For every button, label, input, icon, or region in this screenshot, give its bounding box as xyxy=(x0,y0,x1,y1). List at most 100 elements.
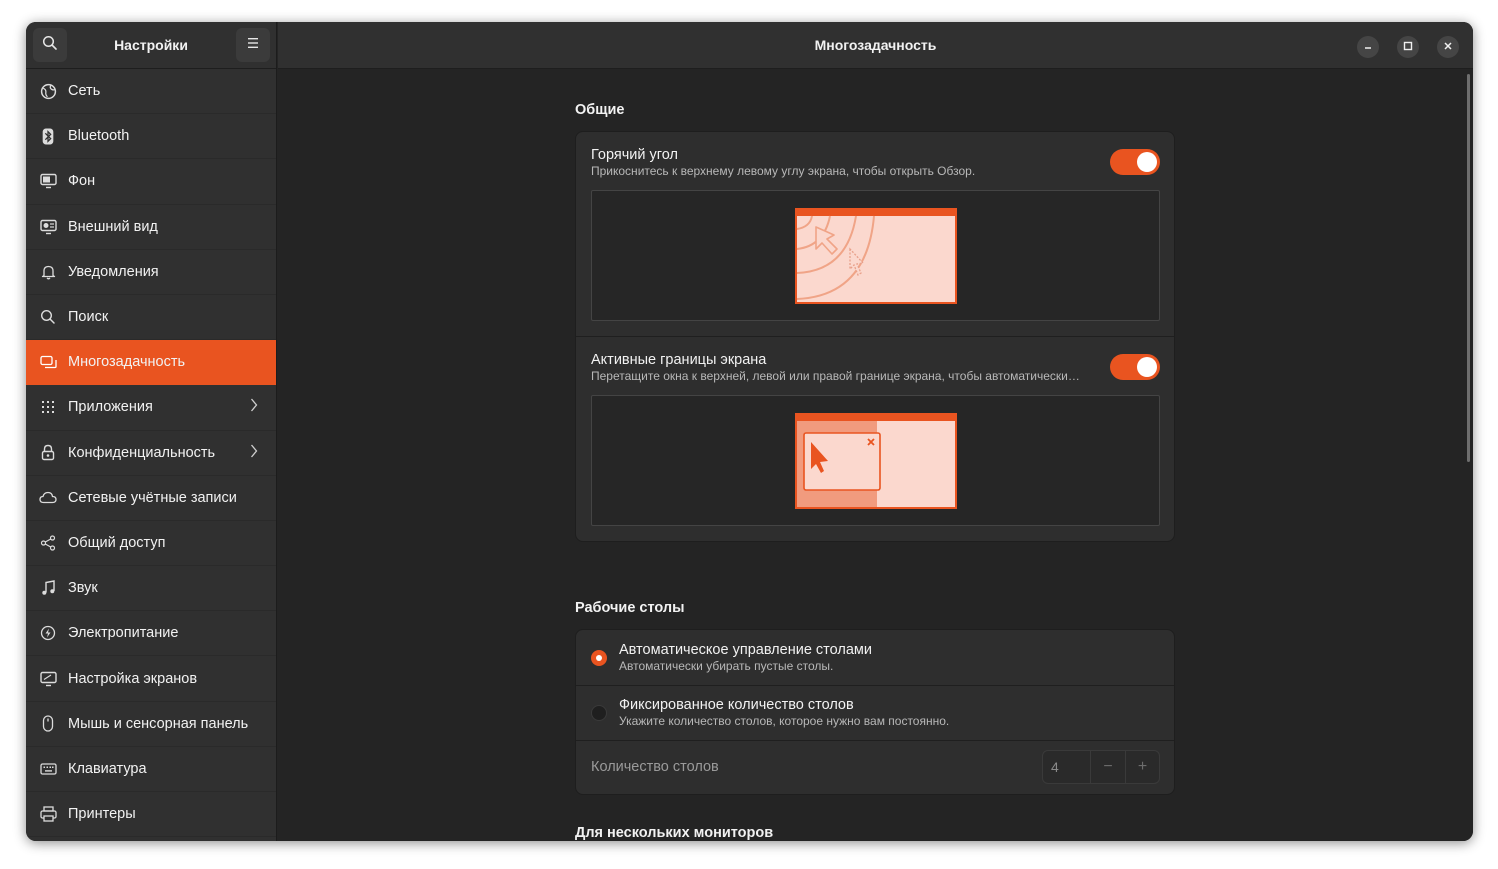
section-title-general: Общие xyxy=(575,102,625,118)
hamburger-menu-icon xyxy=(246,36,260,54)
fixed-workspaces-subtitle: Укажите количество столов, которое нужно… xyxy=(619,714,950,728)
sidebar-nav: Сеть Bluetooth Фон Внешний вид Уведомлен… xyxy=(26,69,276,838)
sidebar-item-background[interactable]: Фон xyxy=(26,159,276,205)
sidebar-item-label: Сеть xyxy=(68,83,101,100)
apps-grid-icon xyxy=(39,398,57,416)
active-edges-illustration xyxy=(591,395,1160,526)
music-note-icon xyxy=(39,579,57,597)
sidebar-item-label: Конфиденциальность xyxy=(68,444,216,461)
sidebar-item-search[interactable]: Поиск xyxy=(26,295,276,341)
search-icon xyxy=(39,308,57,326)
hot-corner-image xyxy=(795,208,957,304)
sidebar-item-sharing[interactable]: Общий доступ xyxy=(26,521,276,567)
sidebar-item-label: Электропитание xyxy=(68,625,179,642)
toggle-knob xyxy=(1137,152,1157,172)
sidebar-item-label: Настройка экранов xyxy=(68,670,198,687)
sidebar-item-label: Многозадачность xyxy=(68,354,186,371)
sidebar-item-notifications[interactable]: Уведомления xyxy=(26,250,276,295)
power-icon xyxy=(39,624,57,642)
lock-icon xyxy=(39,444,57,462)
section-title-multi-monitor: Для нескольких мониторов xyxy=(575,825,774,841)
active-edges-title: Активные границы экрана xyxy=(591,352,767,368)
scrollbar[interactable] xyxy=(1467,74,1470,462)
minimize-icon xyxy=(1363,38,1373,56)
sidebar-item-power[interactable]: Электропитание xyxy=(26,611,276,657)
appearance-icon xyxy=(39,218,57,236)
increment-button[interactable]: + xyxy=(1125,751,1159,783)
row-divider xyxy=(576,740,1174,741)
main-header: Многозадачность xyxy=(278,22,1473,69)
chevron-right-icon xyxy=(250,398,258,416)
minimize-button[interactable] xyxy=(1357,36,1379,58)
active-edges-subtitle: Перетащите окна к верхней, левой или пра… xyxy=(591,369,1080,383)
decrement-button[interactable]: − xyxy=(1091,751,1125,783)
sidebar-item-label: Общий доступ xyxy=(68,534,166,551)
sidebar-item-sound[interactable]: Звук xyxy=(26,566,276,612)
row-divider xyxy=(576,336,1174,337)
sidebar-item-applications[interactable]: Приложения xyxy=(26,385,276,431)
bluetooth-icon xyxy=(39,127,57,145)
hot-corner-illustration xyxy=(591,190,1160,321)
background-icon xyxy=(39,172,57,190)
maximize-icon xyxy=(1403,38,1413,56)
chevron-right-icon xyxy=(250,444,258,462)
workspace-count-spinbutton[interactable]: 4 − + xyxy=(1042,750,1160,784)
share-icon xyxy=(39,534,57,552)
workspace-count-label: Количество столов xyxy=(591,759,719,775)
sidebar-item-online-accounts[interactable]: Сетевые учётные записи xyxy=(26,476,276,521)
sidebar-item-label: Поиск xyxy=(68,309,109,326)
globe-icon xyxy=(39,82,57,100)
section-title-workspaces: Рабочие столы xyxy=(575,600,685,616)
printer-icon xyxy=(39,805,57,823)
sidebar-item-label: Мышь и сенсорная панель xyxy=(68,715,249,732)
hot-corner-title: Горячий угол xyxy=(591,147,678,163)
general-card: Горячий угол Прикоснитесь к верхнему лев… xyxy=(575,131,1175,542)
maximize-button[interactable] xyxy=(1397,36,1419,58)
hot-corner-toggle[interactable] xyxy=(1110,149,1160,175)
sidebar-item-label: Bluetooth xyxy=(68,128,130,145)
sidebar-item-mouse[interactable]: Мышь и сенсорная панель xyxy=(26,702,276,747)
sidebar-header: Настройки xyxy=(26,22,276,69)
sidebar-item-label: Внешний вид xyxy=(68,218,158,235)
sidebar-item-printers[interactable]: Принтеры xyxy=(26,792,276,838)
dynamic-workspaces-subtitle: Автоматически убирать пустые столы. xyxy=(619,659,834,673)
sidebar-item-label: Звук xyxy=(68,580,98,597)
row-divider xyxy=(576,685,1174,686)
active-edges-image xyxy=(795,413,957,509)
sidebar: Настройки Сеть Bluetooth Фон Внешний вид… xyxy=(26,22,277,841)
bell-icon xyxy=(39,263,57,281)
page-title: Многозадачность xyxy=(814,37,937,53)
fixed-workspaces-radio[interactable] xyxy=(591,705,607,721)
sidebar-item-label: Приложения xyxy=(68,399,153,416)
active-edges-toggle[interactable] xyxy=(1110,354,1160,380)
main-menu-button[interactable] xyxy=(236,28,270,62)
workspace-count-value[interactable]: 4 xyxy=(1043,751,1091,783)
settings-window: Настройки Сеть Bluetooth Фон Внешний вид… xyxy=(26,22,1473,841)
dynamic-workspaces-title: Автоматическое управление столами xyxy=(619,642,872,658)
close-button[interactable] xyxy=(1437,36,1459,58)
fixed-workspaces-title: Фиксированное количество столов xyxy=(619,697,854,713)
workspaces-card: Автоматическое управление столами Автома… xyxy=(575,629,1175,795)
sidebar-item-displays[interactable]: Настройка экранов xyxy=(26,656,276,702)
sidebar-item-keyboard[interactable]: Клавиатура xyxy=(26,747,276,792)
sidebar-item-privacy[interactable]: Конфиденциальность xyxy=(26,431,276,476)
main-panel: Многозадачность Общие Горячий угол Прико… xyxy=(278,22,1473,841)
sidebar-item-appearance[interactable]: Внешний вид xyxy=(26,205,276,250)
sidebar-item-label: Уведомления xyxy=(68,263,159,280)
sidebar-item-label: Принтеры xyxy=(68,806,136,823)
mouse-icon xyxy=(39,715,57,733)
sidebar-item-network[interactable]: Сеть xyxy=(26,69,276,115)
display-icon xyxy=(39,670,57,688)
sidebar-item-multitasking[interactable]: Многозадачность xyxy=(26,340,276,386)
sidebar-item-label: Клавиатура xyxy=(68,760,147,777)
dynamic-workspaces-radio[interactable] xyxy=(591,650,607,666)
sidebar-item-label: Фон xyxy=(68,173,96,190)
keyboard-icon xyxy=(39,760,57,778)
multitasking-icon xyxy=(39,353,57,371)
toggle-knob xyxy=(1137,357,1157,377)
hot-corner-subtitle: Прикоснитесь к верхнему левому углу экра… xyxy=(591,164,976,178)
sidebar-item-bluetooth[interactable]: Bluetooth xyxy=(26,114,276,160)
cloud-icon xyxy=(39,489,57,507)
close-icon xyxy=(1443,38,1453,56)
sidebar-item-label: Сетевые учётные записи xyxy=(68,489,237,506)
